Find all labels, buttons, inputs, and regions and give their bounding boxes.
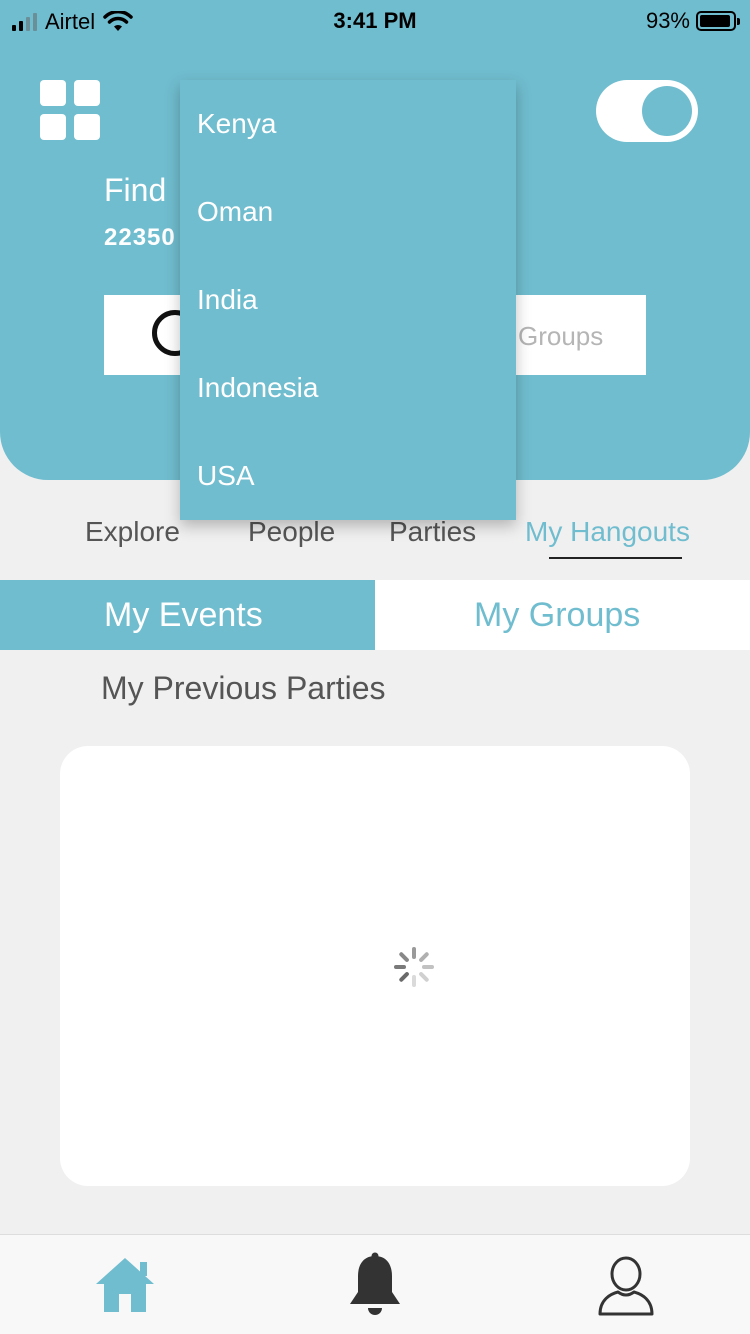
header-title: Find	[104, 172, 167, 208]
active-tab-indicator	[549, 557, 682, 559]
subtab-my-events-label: My Events	[104, 596, 263, 634]
home-icon[interactable]	[92, 1254, 158, 1316]
profile-icon[interactable]	[596, 1254, 656, 1318]
subtab-my-groups-label: My Groups	[474, 596, 641, 634]
section-title: My Previous Parties	[101, 670, 386, 706]
segment-option-groups[interactable]: Groups	[500, 295, 646, 375]
tab-people[interactable]: People	[248, 516, 335, 548]
grid-menu-icon[interactable]	[40, 80, 100, 140]
battery-fill	[700, 15, 730, 27]
tab-my-hangouts[interactable]: My Hangouts	[525, 516, 690, 548]
subtab-my-groups[interactable]: My Groups	[375, 580, 750, 650]
battery-percent: 93%	[645, 8, 690, 33]
mode-toggle[interactable]	[596, 80, 698, 142]
status-bar: Airtel 3:41 PM 93%	[0, 0, 750, 40]
tab-explore[interactable]: Explore	[85, 516, 180, 548]
tab-parties[interactable]: Parties	[389, 516, 476, 548]
dropdown-option-usa[interactable]: USA	[197, 460, 255, 492]
dropdown-option-oman[interactable]: Oman	[197, 196, 273, 228]
battery-icon	[696, 11, 740, 31]
segment-groups-label: Groups	[518, 321, 604, 351]
header-count: 22350	[104, 224, 176, 251]
status-time: 3:41 PM	[333, 8, 417, 33]
toggle-knob	[642, 86, 692, 136]
country-dropdown[interactable]: Kenya Oman India Indonesia USA	[180, 80, 516, 520]
parties-card	[60, 746, 690, 1186]
status-right: 93%	[645, 8, 740, 34]
dropdown-option-kenya[interactable]: Kenya	[197, 108, 276, 140]
dropdown-option-india[interactable]: India	[197, 284, 258, 316]
loading-spinner-icon	[394, 947, 434, 987]
subtab-my-events[interactable]: My Events	[0, 580, 375, 650]
dropdown-option-indonesia[interactable]: Indonesia	[197, 372, 318, 404]
bell-icon[interactable]	[346, 1252, 404, 1320]
